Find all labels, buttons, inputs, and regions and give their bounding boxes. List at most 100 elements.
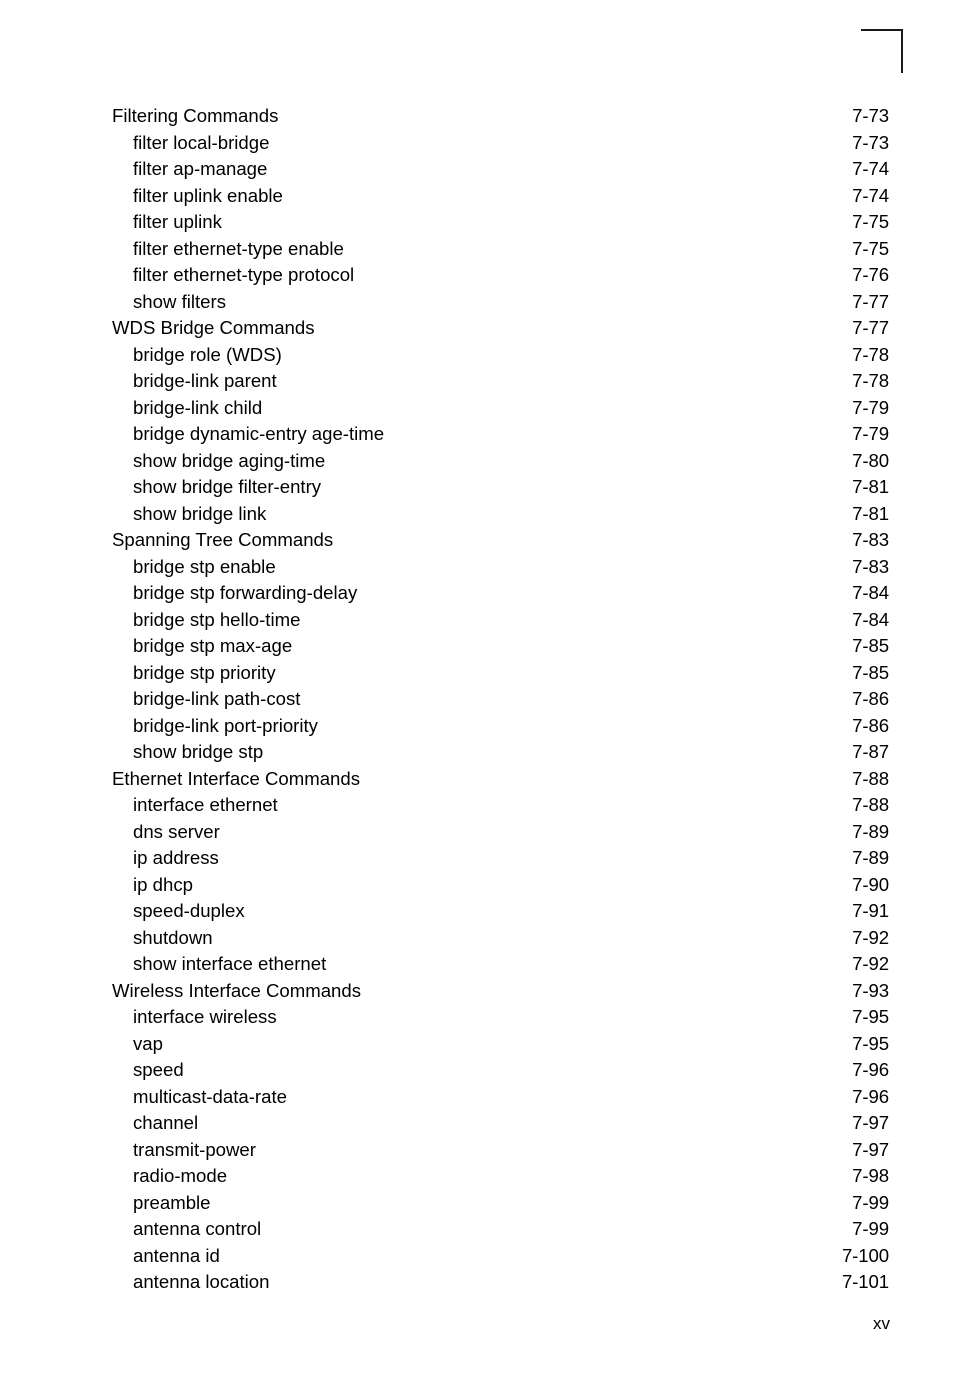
toc-entry-row[interactable]: show bridge stp 7-87 (112, 739, 889, 766)
toc-section-row[interactable]: WDS Bridge Commands 7-77 (112, 315, 889, 342)
toc-entry-row[interactable]: bridge-link port-priority 7-86 (112, 713, 889, 740)
toc-entry-row[interactable]: show filters 7-77 (112, 289, 889, 316)
toc-entry-row[interactable]: interface wireless 7-95 (112, 1004, 889, 1031)
toc-entry-page-number: 7-91 (852, 900, 889, 921)
toc-entry-title: vap (133, 1032, 163, 1054)
toc-entry-title: filter ap-manage (133, 158, 268, 179)
toc-entry-row[interactable]: bridge stp enable 7-83 (112, 554, 889, 581)
toc-entry-row[interactable]: filter ethernet-type protocol 7-76 (112, 262, 889, 289)
toc-entry-title: bridge stp priority (133, 661, 276, 683)
toc-entry-row[interactable]: show interface ethernet 7-92 (112, 951, 889, 978)
toc-entry-row[interactable]: filter uplink enable 7-74 (112, 183, 889, 210)
toc-entry-row[interactable]: preamble 7-99 (112, 1190, 889, 1217)
toc-entry-row[interactable]: bridge stp forwarding-delay 7-84 (112, 580, 889, 607)
toc-section-row[interactable]: Wireless Interface Commands 7-93 (112, 978, 889, 1005)
toc-section-row[interactable]: Ethernet Interface Commands 7-88 (112, 766, 889, 793)
table-of-contents: Filtering Commands 7-73 filter local-bridg… (112, 103, 889, 1296)
toc-entry-title: bridge stp forwarding-delay (133, 582, 358, 603)
toc-entry-row[interactable]: bridge role (WDS) 7-78 (112, 342, 889, 369)
toc-entry-page-number: 7-99 (852, 1191, 889, 1213)
toc-entry-row[interactable]: show bridge filter-entry 7-81 (112, 474, 889, 501)
toc-entry-title: speed (133, 1059, 184, 1080)
toc-entry-page-number: 7-75 (852, 211, 889, 232)
toc-entry-page-number: 7-97 (852, 1138, 889, 1160)
toc-entry-row[interactable]: shutdown 7-92 (112, 925, 889, 952)
toc-entry-title: WDS Bridge Commands (112, 317, 315, 338)
toc-entry-title: Filtering Commands (112, 105, 279, 126)
toc-entry-page-number: 7-78 (852, 370, 889, 391)
toc-entry-page-number: 7-77 (852, 290, 889, 312)
toc-entry-title: multicast-data-rate (133, 1085, 287, 1107)
toc-section-row[interactable]: Filtering Commands 7-73 (112, 103, 889, 130)
toc-entry-title: filter uplink (133, 211, 222, 232)
toc-section-row[interactable]: Spanning Tree Commands 7-83 (112, 527, 889, 554)
toc-entry-row[interactable]: filter uplink 7-75 (112, 209, 889, 236)
toc-entry-row[interactable]: bridge-link parent 7-78 (112, 368, 889, 395)
toc-page: Filtering Commands 7-73 filter local-bridg… (0, 0, 954, 1388)
toc-entry-title: Spanning Tree Commands (112, 529, 334, 550)
toc-entry-row[interactable]: ip dhcp 7-90 (112, 872, 889, 899)
toc-entry-title: Ethernet Interface Commands (112, 767, 361, 789)
toc-entry-page-number: 7-84 (852, 608, 889, 630)
toc-entry-title: preamble (133, 1191, 211, 1213)
toc-entry-title: antenna location (133, 1271, 270, 1292)
toc-entry-title: ip address (133, 847, 219, 868)
toc-entry-title: interface ethernet (133, 794, 278, 815)
toc-entry-row[interactable]: speed 7-96 (112, 1057, 889, 1084)
toc-entry-page-number: 7-75 (852, 237, 889, 259)
toc-entry-row[interactable]: ip address 7-89 (112, 845, 889, 872)
toc-entry-page-number: 7-85 (852, 661, 889, 683)
toc-entry-title: bridge stp max-age (133, 635, 293, 656)
toc-entry-page-number: 7-95 (852, 1006, 889, 1027)
toc-entry-title: bridge stp enable (133, 555, 276, 577)
toc-entry-row[interactable]: antenna id 7-100 (112, 1243, 889, 1270)
toc-entry-page-number: 7-96 (852, 1085, 889, 1107)
corner-registration-mark (861, 29, 903, 73)
toc-entry-page-number: 7-81 (852, 502, 889, 524)
toc-entry-row[interactable]: filter ethernet-type enable 7-75 (112, 236, 889, 263)
toc-entry-row[interactable]: bridge dynamic-entry age-time 7-79 (112, 421, 889, 448)
toc-entry-page-number: 7-84 (852, 582, 889, 603)
toc-entry-page-number: 7-77 (852, 317, 889, 338)
toc-entry-row[interactable]: filter local-bridge 7-73 (112, 130, 889, 157)
toc-entry-row[interactable]: filter ap-manage 7-74 (112, 156, 889, 183)
toc-entry-page-number: 7-89 (852, 847, 889, 868)
toc-entry-page-number: 7-85 (852, 635, 889, 656)
toc-entry-title: show bridge aging-time (133, 449, 326, 471)
toc-entry-row[interactable]: bridge stp max-age 7-85 (112, 633, 889, 660)
toc-entry-page-number: 7-86 (852, 688, 889, 709)
toc-entry-title: bridge dynamic-entry age-time (133, 423, 385, 444)
toc-entry-row[interactable]: speed-duplex 7-91 (112, 898, 889, 925)
toc-entry-row[interactable]: show bridge link 7-81 (112, 501, 889, 528)
toc-entry-page-number: 7-101 (841, 1271, 889, 1292)
toc-entry-title: show interface ethernet (133, 953, 327, 974)
toc-entry-row[interactable]: interface ethernet 7-88 (112, 792, 889, 819)
toc-entry-row[interactable]: radio-mode 7-98 (112, 1163, 889, 1190)
toc-entry-row[interactable]: transmit-power 7-97 (112, 1137, 889, 1164)
toc-entry-title: filter uplink enable (133, 184, 283, 206)
toc-entry-page-number: 7-81 (852, 476, 889, 497)
toc-entry-row[interactable]: bridge-link path-cost 7-86 (112, 686, 889, 713)
toc-entry-row[interactable]: dns server 7-89 (112, 819, 889, 846)
toc-entry-title: bridge stp hello-time (133, 608, 301, 630)
toc-entry-row[interactable]: bridge stp priority 7-85 (112, 660, 889, 687)
toc-entry-page-number: 7-73 (852, 131, 889, 153)
toc-entry-row[interactable]: channel 7-97 (112, 1110, 889, 1137)
toc-entry-row[interactable]: antenna location 7-101 (112, 1269, 889, 1296)
toc-entry-page-number: 7-93 (852, 979, 889, 1001)
toc-entry-title: antenna id (133, 1244, 220, 1266)
toc-entry-page-number: 7-97 (852, 1112, 889, 1133)
toc-entry-page-number: 7-92 (852, 953, 889, 974)
toc-entry-page-number: 7-92 (852, 926, 889, 948)
toc-entry-title: dns server (133, 820, 220, 842)
toc-entry-row[interactable]: bridge-link child 7-79 (112, 395, 889, 422)
toc-entry-row[interactable]: antenna control 7-99 (112, 1216, 889, 1243)
toc-entry-row[interactable]: multicast-data-rate 7-96 (112, 1084, 889, 1111)
toc-entry-title: bridge-link parent (133, 370, 277, 391)
toc-entry-page-number: 7-83 (852, 555, 889, 577)
toc-entry-row[interactable]: show bridge aging-time 7-80 (112, 448, 889, 475)
toc-entry-title: show bridge link (133, 502, 267, 524)
toc-entry-row[interactable]: bridge stp hello-time 7-84 (112, 607, 889, 634)
toc-entry-row[interactable]: vap 7-95 (112, 1031, 889, 1058)
toc-entry-page-number: 7-87 (852, 741, 889, 762)
